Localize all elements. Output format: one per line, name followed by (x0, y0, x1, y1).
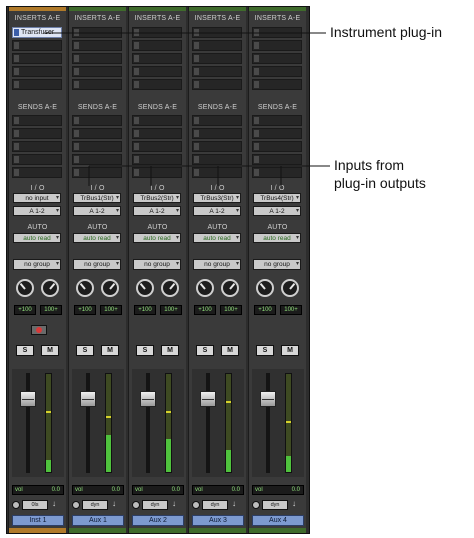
annotation-instrument: Instrument plug-in (330, 24, 443, 40)
callout-lines (44, 32, 330, 186)
annotation-inputs-line2: plug-in outputs (334, 175, 426, 191)
annotation-inputs-line1: Inputs from (334, 157, 405, 173)
